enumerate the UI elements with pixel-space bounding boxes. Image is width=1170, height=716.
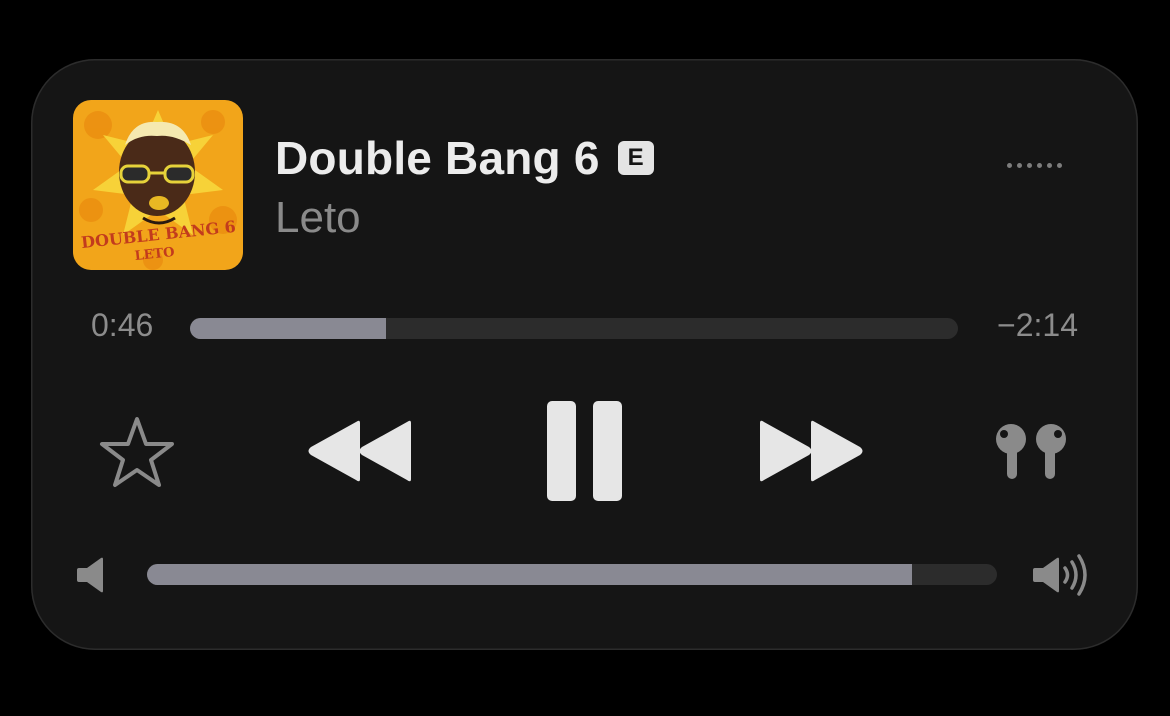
more-dot [1036, 162, 1042, 168]
rewind-icon [308, 420, 411, 482]
more-dot [1016, 162, 1022, 168]
speaker-low-icon [77, 557, 103, 593]
fast-forward-button[interactable] [756, 419, 866, 483]
volume-slider[interactable] [147, 564, 997, 585]
favorite-button[interactable] [97, 414, 177, 490]
elapsed-time: 0:46 [91, 307, 154, 343]
more-dots-icon[interactable] [999, 155, 1069, 175]
pause-button[interactable] [545, 401, 625, 501]
rewind-button[interactable] [305, 419, 415, 483]
explicit-badge: E [617, 141, 654, 175]
more-dot [1006, 162, 1012, 168]
progress-scrubber[interactable] [190, 318, 958, 339]
audio-output-button[interactable] [991, 419, 1071, 483]
remaining-time: −2:14 [997, 307, 1078, 343]
airpods-icon [996, 424, 1066, 479]
star-icon [100, 417, 174, 487]
album-artwork-image: DOUBLE BANG 6 LETO [73, 100, 243, 270]
track-artist[interactable]: Leto [275, 193, 361, 243]
fast-forward-icon [760, 420, 863, 482]
more-dot [1026, 162, 1032, 168]
volume-max-button[interactable] [1031, 553, 1095, 597]
speaker-high-icon [1033, 554, 1087, 596]
volume-fill [147, 564, 912, 585]
album-artwork[interactable]: DOUBLE BANG 6 LETO [73, 100, 243, 270]
pause-icon [547, 401, 622, 501]
more-dot [1046, 162, 1052, 168]
volume-min-button[interactable] [75, 555, 109, 595]
progress-fill [190, 318, 386, 339]
now-playing-card: DOUBLE BANG 6 LETO Double Bang 6 E Leto … [31, 59, 1138, 650]
track-title-row: Double Bang 6 E [275, 131, 654, 185]
more-dot [1056, 162, 1062, 168]
track-title: Double Bang 6 [275, 132, 600, 184]
